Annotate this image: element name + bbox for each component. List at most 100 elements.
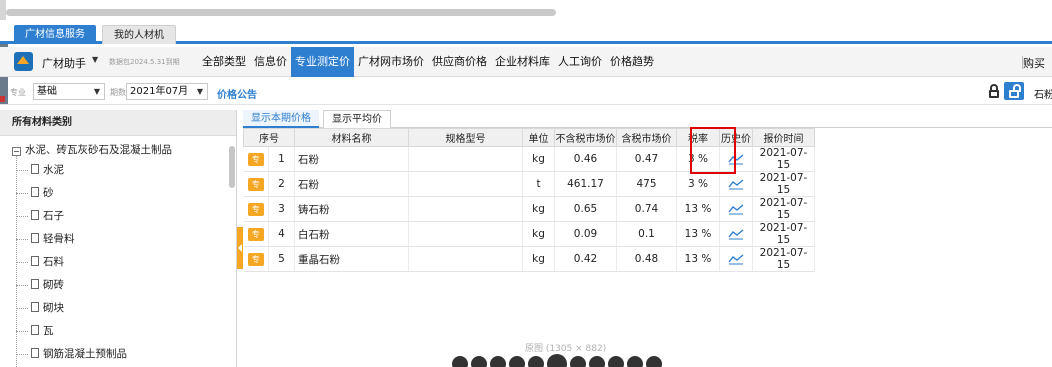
unit-cell: t bbox=[522, 171, 555, 197]
trend-chart-icon[interactable] bbox=[728, 153, 744, 165]
period-select[interactable]: 2021年07月 ▼ bbox=[126, 83, 208, 100]
price-ex-tax: 0.46 bbox=[554, 146, 617, 172]
history-price-cell[interactable] bbox=[719, 196, 753, 222]
tab-average-price[interactable]: 显示平均价 bbox=[323, 110, 391, 128]
tree-item[interactable]: 瓦 bbox=[16, 320, 54, 342]
tree-item[interactable]: 轻骨料 bbox=[16, 228, 75, 250]
viewer-button[interactable] bbox=[608, 356, 624, 367]
nav-supplier-price[interactable]: 供应商价格 bbox=[428, 47, 491, 77]
tab-guangcai-info[interactable]: 广材信息服务 bbox=[14, 25, 96, 44]
table-row[interactable]: 专 1 石粉 kg 0.46 0.47 3 % 2021-07-15 bbox=[243, 146, 815, 172]
tree-item-label: 瓦 bbox=[43, 325, 54, 337]
nav-price-trend[interactable]: 价格趋势 bbox=[606, 47, 658, 77]
document-icon bbox=[31, 325, 39, 335]
tree-item-label: 石子 bbox=[43, 210, 64, 222]
col-header[interactable]: 税率 bbox=[676, 128, 720, 147]
viewer-button[interactable] bbox=[528, 356, 544, 367]
tab-my-materials[interactable]: 我的人材机 bbox=[102, 25, 176, 44]
nav-all-types[interactable]: 全部类型 bbox=[198, 47, 250, 77]
history-price-cell[interactable] bbox=[719, 246, 753, 272]
professional-badge: 专 bbox=[247, 202, 264, 216]
unit-cell: kg bbox=[522, 246, 555, 272]
history-price-cell[interactable] bbox=[719, 146, 753, 172]
tree-item-label: 石料 bbox=[43, 256, 64, 268]
tree-item[interactable]: 石料 bbox=[16, 251, 64, 273]
price-type-nav: 全部类型 信息价 专业测定价 广材网市场价 供应商价格 企业材料库 人工询价 价… bbox=[198, 47, 658, 77]
document-icon bbox=[31, 348, 39, 358]
trend-chart-icon[interactable] bbox=[728, 228, 744, 240]
horizontal-scrollbar[interactable] bbox=[0, 0, 1052, 20]
col-header[interactable]: 序号 bbox=[243, 128, 295, 147]
table-row[interactable]: 专 3 铸石粉 kg 0.65 0.74 13 % 2021-07-15 bbox=[243, 196, 815, 222]
history-price-cell[interactable] bbox=[719, 221, 753, 247]
search-keyword-field[interactable]: 石粉 bbox=[1034, 86, 1052, 101]
chevron-down-icon[interactable]: ▼ bbox=[92, 55, 98, 64]
collapse-icon[interactable]: − bbox=[12, 147, 21, 156]
viewer-button[interactable] bbox=[570, 356, 586, 367]
quote-date: 2021-07-15 bbox=[752, 246, 815, 272]
purchase-link[interactable]: 购买 bbox=[1023, 55, 1045, 71]
table-row[interactable]: 专 5 重晶石粉 kg 0.42 0.48 13 % 2021-07-15 bbox=[243, 246, 815, 272]
tree-item[interactable]: 钢筋混凝土预制品 bbox=[16, 343, 127, 365]
price-inc-tax: 0.47 bbox=[616, 146, 677, 172]
sidebar-scrollbar[interactable] bbox=[229, 146, 235, 188]
tree-item-label: 砌砖 bbox=[43, 279, 64, 291]
row-number: 4 bbox=[268, 221, 295, 247]
col-header[interactable]: 材料名称 bbox=[294, 128, 409, 147]
badge-cell: 专 bbox=[243, 221, 269, 247]
image-size-info: 原图 (1305 × 882) bbox=[525, 344, 607, 354]
major-select[interactable]: 基础 ▼ bbox=[33, 83, 105, 100]
nav-manual-inquiry[interactable]: 人工询价 bbox=[554, 47, 606, 77]
price-notice-link[interactable]: 价格公告 bbox=[217, 86, 257, 101]
viewer-button[interactable] bbox=[471, 356, 487, 367]
viewer-button[interactable] bbox=[547, 354, 567, 367]
history-price-cell[interactable] bbox=[719, 171, 753, 197]
col-header[interactable]: 报价时间 bbox=[752, 128, 815, 147]
table-row[interactable]: 专 4 白石粉 kg 0.09 0.1 13 % 2021-07-15 bbox=[243, 221, 815, 247]
lock-icon[interactable] bbox=[987, 84, 1001, 98]
price-ex-tax: 461.17 bbox=[554, 171, 617, 197]
col-header[interactable]: 单位 bbox=[522, 128, 555, 147]
tab-current-price[interactable]: 显示本期价格 bbox=[243, 110, 319, 128]
tree-item[interactable]: 水泥 bbox=[16, 159, 64, 181]
scrollbar-corner bbox=[0, 0, 6, 20]
document-icon bbox=[31, 187, 39, 197]
tree-item[interactable]: 砌块 bbox=[16, 297, 64, 319]
document-icon bbox=[31, 302, 39, 312]
viewer-button[interactable] bbox=[627, 356, 643, 367]
nav-market-price[interactable]: 广材网市场价 bbox=[354, 47, 428, 77]
scrollbar-thumb[interactable] bbox=[6, 9, 556, 16]
tree-item[interactable]: 石子 bbox=[16, 205, 64, 227]
viewer-button[interactable] bbox=[509, 356, 525, 367]
viewer-button[interactable] bbox=[589, 356, 605, 367]
major-label: 专业 bbox=[10, 88, 26, 97]
nav-info-price[interactable]: 信息价 bbox=[250, 47, 291, 77]
col-header[interactable]: 不含税市场价 bbox=[554, 128, 617, 147]
unit-cell: kg bbox=[522, 221, 555, 247]
professional-badge: 专 bbox=[247, 152, 264, 166]
trend-chart-icon[interactable] bbox=[728, 253, 744, 265]
viewer-button[interactable] bbox=[490, 356, 506, 367]
col-header[interactable]: 规格型号 bbox=[408, 128, 523, 147]
tree-root-node[interactable]: − 水泥、砖瓦灰砂石及混凝土制品 bbox=[12, 142, 172, 157]
material-name: 白石粉 bbox=[294, 221, 409, 247]
table-row[interactable]: 专 2 石粉 t 461.17 475 3 % 2021-07-15 bbox=[243, 171, 815, 197]
nav-professional-price[interactable]: 专业测定价 bbox=[291, 47, 354, 77]
tree-item[interactable]: 砌砖 bbox=[16, 274, 64, 296]
top-tab-bar: 广材信息服务 我的人材机 bbox=[0, 22, 1052, 44]
viewer-button[interactable] bbox=[646, 356, 662, 367]
trend-chart-icon[interactable] bbox=[728, 178, 744, 190]
unlock-icon[interactable] bbox=[1004, 82, 1024, 100]
col-header[interactable]: 历史价 bbox=[719, 128, 753, 147]
trend-chart-icon[interactable] bbox=[728, 203, 744, 215]
professional-badge: 专 bbox=[247, 177, 264, 191]
tree-item[interactable]: 砂 bbox=[16, 182, 54, 204]
col-header[interactable]: 含税市场价 bbox=[616, 128, 677, 147]
document-icon bbox=[31, 279, 39, 289]
price-ex-tax: 0.65 bbox=[554, 196, 617, 222]
badge-cell: 专 bbox=[243, 246, 269, 272]
app-name[interactable]: 广材助手 bbox=[42, 55, 86, 71]
document-icon bbox=[31, 164, 39, 174]
viewer-button[interactable] bbox=[452, 356, 468, 367]
nav-enterprise-library[interactable]: 企业材料库 bbox=[491, 47, 554, 77]
